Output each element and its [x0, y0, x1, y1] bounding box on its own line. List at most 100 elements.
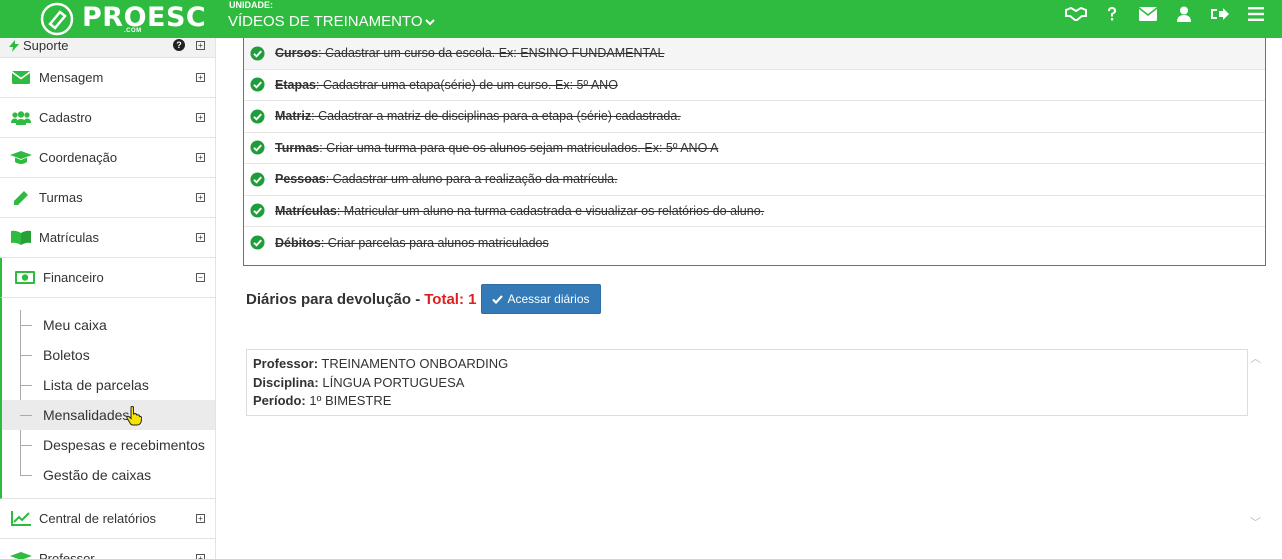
periodo-line: Período: 1º BIMESTRE [253, 393, 392, 408]
bolt-icon [7, 38, 21, 55]
checklist-item-title: Cursos [275, 46, 319, 61]
sidebar-item-matriculas[interactable]: Matrículas + [0, 218, 215, 258]
submenu-item-label: Lista de parcelas [43, 377, 149, 393]
sidebar-item-cadastro[interactable]: Cadastro + [0, 98, 215, 138]
money-icon [14, 269, 36, 287]
submenu-item-boletos[interactable]: Boletos [2, 340, 215, 370]
expand-icon[interactable]: + [196, 232, 205, 242]
expand-icon[interactable]: + [196, 553, 205, 559]
expand-icon[interactable]: + [196, 72, 205, 82]
checklist-item-desc: : Cadastrar um curso da escola. Ex: ENSI… [318, 46, 665, 61]
logo-mark-icon [40, 2, 74, 36]
checklist-item-title: Turmas [275, 140, 320, 155]
checklist-item-title: Pessoas [275, 172, 326, 187]
top-navbar: PROESC .COM UNIDADE: VÍDEOS DE TREINAMEN… [0, 0, 1282, 38]
hamburger-menu-icon[interactable] [1238, 0, 1274, 28]
handshake-icon[interactable] [1058, 0, 1094, 28]
envelope-icon[interactable] [1130, 0, 1166, 28]
sidebar-item-central-de-relatorios[interactable]: Central de relatórios + [0, 499, 215, 539]
scroll-down-arrow-icon[interactable]: ﹀ [1250, 514, 1261, 530]
submenu-item-meu-caixa[interactable]: Meu caixa [2, 310, 215, 340]
checklist-item-text[interactable]: Cursos: Cadastrar um curso da escola. Ex… [275, 46, 664, 60]
sidebar-item-suporte[interactable]: Suporte ? + [0, 38, 215, 58]
checklist-item-desc: : Matricular um aluno na turma cadastrad… [336, 203, 765, 218]
checklist-item-text[interactable]: Matriz: Cadastrar a matriz de disciplina… [275, 109, 681, 123]
sidebar-item-label: Cadastro [39, 110, 92, 125]
logo-text: PROESC [82, 2, 207, 33]
submenu-item-mensalidades[interactable]: Mensalidades [2, 400, 215, 430]
sidebar-item-label: Central de relatórios [39, 511, 157, 526]
expand-icon[interactable]: + [196, 152, 205, 162]
sidebar-item-coordenacao[interactable]: Coordenação + [0, 138, 215, 178]
onboarding-checklist: Cursos: Cadastrar um curso da escola. Ex… [243, 38, 1266, 266]
submenu-item-gestao-de-caixas[interactable]: Gestão de caixas [2, 460, 215, 490]
disciplina-value: LÍNGUA PORTUGUESA [322, 374, 465, 390]
expand-icon[interactable]: + [196, 40, 205, 50]
sidebar-item-financeiro[interactable]: Financeiro − [0, 258, 215, 298]
diario-card: Professor: TREINAMENTO ONBOARDING Discip… [246, 349, 1248, 416]
checklist-item-text[interactable]: Etapas: Cadastrar uma etapa(série) de um… [275, 78, 618, 92]
scroll-up-arrow-icon[interactable]: ︿ [1250, 350, 1261, 366]
submenu-item-label: Boletos [43, 347, 90, 363]
checklist-item-title: Matrículas [275, 203, 337, 218]
financeiro-submenu: Meu caixa Boletos Lista de parcelas Mens… [0, 298, 215, 499]
sidebar-item-label: Turmas [39, 190, 83, 205]
book-icon [10, 229, 32, 247]
checklist-item: Etapas: Cadastrar uma etapa(série) de um… [244, 70, 1265, 101]
sign-out-icon[interactable] [1202, 0, 1238, 28]
checklist-item-text[interactable]: Débitos: Criar parcelas para alunos matr… [275, 236, 549, 250]
sidebar-item-label: Professor [39, 551, 95, 559]
acessar-diarios-button[interactable]: Acessar diários [481, 284, 601, 314]
submenu-item-label: Meu caixa [43, 317, 107, 333]
sidebar-item-label: Matrículas [39, 230, 99, 245]
checklist-item-title: Etapas [275, 77, 316, 92]
checklist-item-text[interactable]: Pessoas: Cadastrar um aluno para a reali… [275, 172, 618, 186]
checklist-item: Matriz: Cadastrar a matriz de disciplina… [244, 101, 1265, 133]
check-icon [492, 294, 504, 304]
check-circle-icon [250, 140, 265, 155]
sidebar-item-professor[interactable]: Professor + [0, 539, 215, 559]
checklist-item-title: Débitos [275, 235, 321, 250]
unit-label: UNIDADE: [229, 0, 273, 10]
question-icon[interactable] [1094, 0, 1130, 28]
checklist-item: Matrículas: Matricular um aluno na turma… [244, 196, 1265, 227]
graduation-cap-icon [10, 550, 32, 559]
unit-value: VÍDEOS DE TREINAMENTO [228, 13, 423, 30]
user-icon[interactable] [1166, 0, 1202, 28]
submenu-item-label: Mensalidades [43, 407, 130, 423]
button-label: Acessar diários [507, 292, 590, 306]
logo-sub: .COM [124, 28, 142, 34]
diarios-title: Diários para devolução - [246, 290, 421, 308]
expand-icon[interactable]: + [196, 192, 205, 202]
checklist-item-desc: : Cadastrar a matriz de disciplinas para… [311, 109, 681, 124]
sidebar-item-label: Coordenação [39, 150, 118, 165]
submenu-item-label: Despesas e recebimentos [43, 437, 205, 453]
expand-icon[interactable]: + [196, 513, 205, 523]
sidebar-item-mensagem[interactable]: Mensagem + [0, 58, 215, 98]
sidebar-item-label: Suporte [23, 38, 69, 53]
sidebar-item-turmas[interactable]: Turmas + [0, 178, 215, 218]
sidebar-item-label: Mensagem [39, 70, 104, 85]
collapse-icon[interactable]: − [196, 272, 205, 282]
professor-line: Professor: TREINAMENTO ONBOARDING [253, 356, 509, 371]
users-icon [10, 109, 32, 127]
pencil-icon [10, 189, 32, 207]
help-icon[interactable]: ? [173, 39, 185, 51]
hand-cursor-icon [126, 406, 142, 426]
checklist-item-text[interactable]: Matrículas: Matricular um aluno na turma… [275, 204, 764, 218]
checklist-item-text[interactable]: Turmas: Criar uma turma para que os alun… [275, 141, 718, 155]
expand-icon[interactable]: + [196, 112, 205, 122]
checklist-item-desc: : Cadastrar uma etapa(série) de um curso… [316, 77, 618, 92]
checklist-item: Cursos: Cadastrar um curso da escola. Ex… [244, 38, 1265, 70]
unit-selector[interactable]: VÍDEOS DE TREINAMENTO [228, 13, 436, 30]
proesc-logo[interactable]: PROESC .COM [40, 2, 206, 36]
check-circle-icon [250, 77, 265, 92]
submenu-item-lista-de-parcelas[interactable]: Lista de parcelas [2, 370, 215, 400]
submenu-item-label: Gestão de caixas [43, 467, 152, 483]
submenu-item-despesas-e-recebimentos[interactable]: Despesas e recebimentos [2, 430, 215, 460]
sidebar: Suporte ? + Mensagem + Cadastro + Coorde… [0, 38, 216, 559]
checklist-item: Turmas: Criar uma turma para que os alun… [244, 133, 1265, 164]
check-circle-icon [250, 46, 265, 61]
diarios-section: Diários para devolução - Total: 1 Acessa… [246, 284, 601, 314]
check-circle-icon [250, 172, 265, 187]
